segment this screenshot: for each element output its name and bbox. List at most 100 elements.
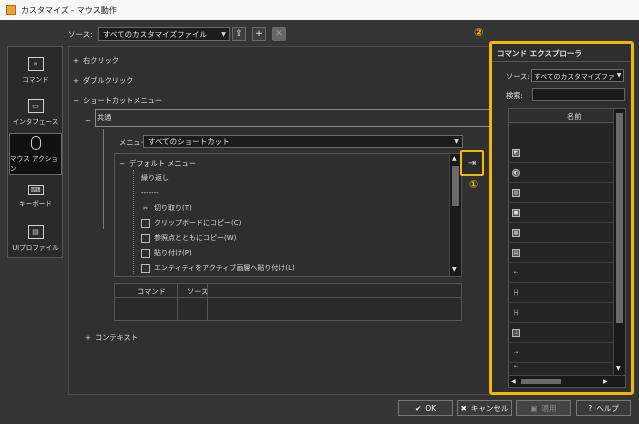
shortcut-menu-list[interactable]: − デフォルト メニュー 繰り返し ------- ✂ 切り取り(T) クリップボ… [114,153,462,277]
menu-item-paste[interactable]: 貼り付け(P) [141,245,192,261]
chevron-down-icon: ▼ [616,72,622,79]
apply-icon: ▣ [530,403,538,413]
command-icon: ⊥ [512,328,520,337]
tree-line [133,170,134,274]
nav-item-keyboard[interactable]: ⌨ キーボード [9,175,62,217]
column-header-name: 名前 [567,112,582,121]
collapse-icon[interactable]: − [73,96,79,105]
nav-item-label: UIプロファイル [12,243,59,252]
explorer-row[interactable]: ⇠ [508,363,613,371]
tree-node-context[interactable]: コンテキスト [95,333,138,343]
nav-item-mouse-action[interactable]: マウス アクション [9,133,62,175]
explorer-source-label: ソース: [506,72,530,81]
expand-icon[interactable]: + [73,76,79,85]
chevron-down-icon: ▼ [221,30,226,38]
scroll-thumb[interactable] [521,379,561,384]
table-header-row: コマンド ソース [115,284,461,320]
horizontal-scrollbar[interactable]: ◀ ▶ [509,375,625,387]
command-icon: ├┤ [512,289,520,296]
menu-item-label: 参照点とともにコピー(W) [154,234,237,242]
callout-number-2: ② [474,26,484,39]
interface-icon: ▭ [27,98,44,113]
load-file-button[interactable]: ⇪ [232,27,246,41]
menu-item-label: 貼り付け(P) [154,249,192,257]
nav-item-label: コマンド [22,75,49,84]
explorer-search-label: 検索: [506,91,523,100]
explorer-title: コマンド エクスプローラ [497,49,582,58]
explorer-row[interactable]: ▤ [508,243,613,263]
command-icon: » [27,56,44,71]
mouse-action-tree: + 右クリック + ダブルクリック − ショートカットメニュー − 共通 メニュ… [68,46,494,395]
scroll-thumb[interactable] [616,113,623,323]
common-group[interactable]: 共通 [95,109,490,127]
explorer-row[interactable]: ⇠ [508,263,613,283]
source-label: ソース: [68,30,93,39]
vertical-scrollbar[interactable]: ▼ [613,109,625,375]
explorer-row[interactable]: ■ [508,203,613,223]
apply-button[interactable]: ▣ 適用 [516,400,571,416]
help-icon: ? [588,403,593,413]
nav-item-command[interactable]: » コマンド [9,49,62,91]
menu-item-paste-layer[interactable]: エンティティをアクティブ画層へ貼り付け(L) [141,260,295,276]
expand-icon[interactable]: + [73,56,79,65]
menu-item-copy-basepoint[interactable]: 参照点とともにコピー(W) [141,230,236,246]
add-button[interactable]: + [252,27,266,41]
collapse-icon[interactable]: − [85,116,91,125]
explorer-search-input[interactable] [532,88,625,101]
explorer-row[interactable]: ⊥ [508,323,613,343]
menu-item-copy-clipboard[interactable]: クリップボードにコピー(C) [141,215,241,231]
nav-item-interface[interactable]: ▭ インタフェース [9,91,62,133]
category-nav: » コマンド ▭ インタフェース マウス アクション ⌨ キーボード ▤ UIプ… [7,46,63,258]
source-combo[interactable]: すべてのカスタマイズファイル ▼ [98,27,230,41]
cancel-button[interactable]: ✖ キャンセル [457,400,512,416]
scroll-left-icon[interactable]: ◀ [511,378,516,385]
tree-node-double-click[interactable]: ダブルクリック [83,76,133,86]
command-icon: ◩ [512,148,520,157]
collapse-icon[interactable]: − [119,159,125,168]
explorer-row[interactable]: ├┤ [508,283,613,303]
scroll-right-icon[interactable]: ▶ [603,378,608,385]
add-to-menu-icon: ⇥ [467,157,477,169]
menu-item-label: 切り取り(T) [154,204,192,212]
scroll-down-icon[interactable]: ▼ [452,266,457,273]
tree-node-default-menu[interactable]: デフォルト メニュー [129,159,196,169]
nav-item-ui-profile[interactable]: ▤ UIプロファイル [9,217,62,259]
scroll-thumb[interactable] [452,166,459,206]
tree-node-right-click[interactable]: 右クリック [83,56,119,66]
menu-item-separator[interactable]: ------- [141,185,159,201]
menu-item-label: 繰り返し [141,174,169,182]
menu-item-repeat[interactable]: 繰り返し [141,170,169,186]
paste-layer-icon [141,263,150,273]
remove-button[interactable]: ✕ [272,27,286,41]
help-button[interactable]: ? ヘルプ [576,400,631,416]
explorer-row[interactable]: ├┤ [508,303,613,323]
scissors-icon: ✂ [142,204,149,212]
command-icon: ■ [512,208,520,217]
tree-node-shortcut-menu[interactable]: ショートカットメニュー [83,96,162,106]
add-to-menu-button[interactable]: ⇥ [460,150,484,176]
menu-item-label: クリップボードにコピー(C) [154,219,242,227]
explorer-list-header: 名前 [509,109,613,123]
tree-line [103,129,104,229]
ok-button-label: OK [425,403,437,413]
scroll-down-icon[interactable]: ▼ [616,365,621,372]
chevron-down-icon: ▼ [454,138,459,145]
ui-profile-icon: ▤ [27,224,44,239]
command-icon: ⇠ [513,269,519,276]
explorer-source-combo[interactable]: すべてのカスタマイズファイル ▼ [531,69,624,82]
menu-combo[interactable]: すべてのショートカット ▼ [143,135,463,148]
mouse-icon [30,135,41,150]
menu-item-label: エンティティをアクティブ画層へ貼り付け(L) [154,264,295,272]
explorer-row[interactable]: ◩ [508,143,613,163]
expand-icon[interactable]: + [85,333,91,342]
explorer-row[interactable]: ⇢ [508,343,613,363]
cancel-button-label: キャンセル [470,403,509,413]
source-combo-value: すべてのカスタマイズファイル [103,29,207,39]
explorer-row[interactable]: ▥ [508,183,613,203]
menu-item-cut[interactable]: ✂ 切り取り(T) [141,200,192,216]
explorer-row[interactable]: ▦ [508,223,613,243]
ok-button[interactable]: ✔ OK [398,400,453,416]
scroll-up-icon[interactable]: ▲ [452,155,457,162]
command-explorer-panel: コマンド エクスプローラ ソース: すべてのカスタマイズファイル ▼ 検索: 名… [489,41,634,395]
explorer-row[interactable]: ◐ [508,163,613,183]
